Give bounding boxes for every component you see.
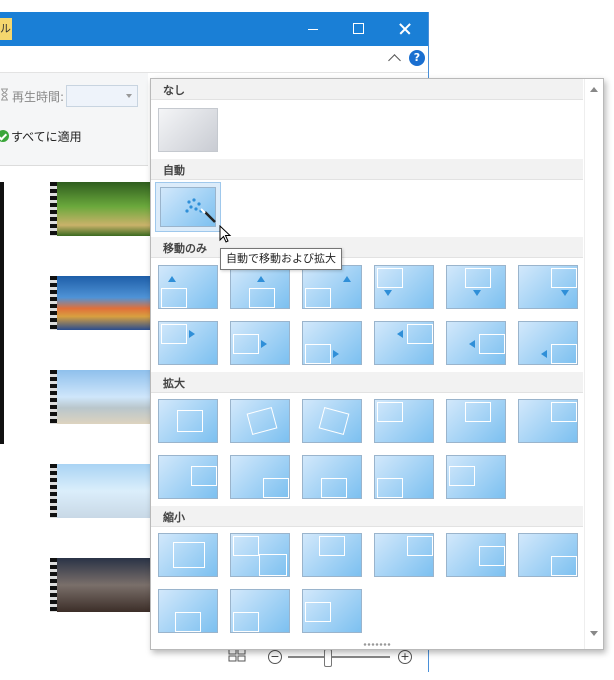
clip-thumbnail[interactable] (50, 182, 150, 236)
duration-label: 再生時間: (12, 90, 65, 104)
duration-icon (1, 88, 8, 101)
gallery-scrollbar[interactable] (584, 79, 603, 649)
zoom-in-tile-8[interactable] (230, 455, 290, 499)
mouse-cursor-icon (219, 225, 232, 243)
minimize-icon (308, 29, 318, 30)
pan-tile-7[interactable] (158, 321, 218, 365)
zoom-in-tile-4[interactable] (374, 399, 434, 443)
pan-tile-3[interactable] (302, 265, 362, 309)
effect-tile-none[interactable] (158, 108, 218, 152)
scroll-down-icon[interactable] (590, 631, 598, 636)
zoom-in-button[interactable]: + (398, 650, 412, 664)
zoom-out-button[interactable]: − (268, 650, 282, 664)
section-header-zoom-in: 拡大 (151, 372, 583, 393)
resize-grip[interactable] (363, 643, 391, 646)
apply-check-icon (0, 130, 9, 142)
storyboard-view-icon[interactable] (228, 648, 246, 662)
clip-thumbnail[interactable] (50, 276, 150, 330)
zoom-in-tile-9[interactable] (302, 455, 362, 499)
effect-tile-auto[interactable] (160, 187, 216, 227)
pan-tile-12[interactable] (518, 321, 578, 365)
section-header-none: なし (151, 79, 583, 100)
minimize-button[interactable] (290, 12, 336, 46)
pan-zoom-gallery: なし 自動 移動のみ 拡大 縮小 (150, 78, 604, 650)
scroll-up-icon[interactable] (590, 87, 598, 92)
pan-tile-10[interactable] (374, 321, 434, 365)
zoom-slider-track[interactable] (288, 656, 390, 658)
pan-tile-4[interactable] (374, 265, 434, 309)
close-button[interactable] (382, 12, 428, 46)
section-header-pan-only: 移動のみ (151, 237, 583, 258)
pan-tile-6[interactable] (518, 265, 578, 309)
storyboard (0, 166, 150, 672)
zoom-out-tile-5[interactable] (446, 533, 506, 577)
effect-tile-auto-selected[interactable] (155, 182, 221, 232)
zoom-in-tile-1[interactable] (158, 399, 218, 443)
zoom-out-tile-3[interactable] (302, 533, 362, 577)
zoom-in-tile-3[interactable] (302, 399, 362, 443)
help-button[interactable]: ? (409, 50, 425, 66)
zoom-in-tile-11[interactable] (446, 455, 506, 499)
zoom-in-tile-7[interactable] (158, 455, 218, 499)
zoom-in-tile-6[interactable] (518, 399, 578, 443)
zoom-out-tile-4[interactable] (374, 533, 434, 577)
zoom-out-tile-7[interactable] (158, 589, 218, 633)
zoom-out-tile-9[interactable] (302, 589, 362, 633)
apply-all-label[interactable]: すべてに適用 (11, 128, 82, 145)
section-header-zoom-out: 縮小 (151, 506, 583, 527)
zoom-slider-thumb[interactable] (324, 649, 332, 667)
auto-pan-zoom-icon (185, 198, 216, 223)
maximize-button[interactable] (336, 12, 382, 46)
ribbon-panel: 再生時間: すべてに適用 (0, 73, 148, 166)
zoom-in-tile-5[interactable] (446, 399, 506, 443)
section-header-auto: 自動 (151, 159, 583, 180)
ribbon-toggle-bar: ? (0, 46, 428, 73)
pan-tile-8[interactable] (230, 321, 290, 365)
collapse-ribbon-chevron-icon[interactable] (388, 54, 401, 67)
pan-tile-2[interactable] (230, 265, 290, 309)
pan-tile-9[interactable] (302, 321, 362, 365)
tooltip: 自動で移動および拡大 (220, 248, 342, 270)
clip-thumbnail[interactable] (50, 370, 150, 424)
zoom-out-tile-8[interactable] (230, 589, 290, 633)
zoom-out-tile-6[interactable] (518, 533, 578, 577)
duration-select[interactable] (66, 85, 138, 107)
pan-tile-5[interactable] (446, 265, 506, 309)
preview-pane (0, 182, 4, 444)
maximize-icon (353, 23, 364, 34)
clip-thumbnail[interactable] (50, 558, 150, 612)
zoom-out-tile-2[interactable] (230, 533, 290, 577)
clip-thumbnail[interactable] (50, 464, 150, 518)
zoom-in-tile-10[interactable] (374, 455, 434, 499)
pan-tile-1[interactable] (158, 265, 218, 309)
zoom-in-tile-2[interactable] (230, 399, 290, 443)
title-tab[interactable]: ル (0, 18, 12, 40)
pan-tile-11[interactable] (446, 321, 506, 365)
title-bar: ル (0, 12, 428, 46)
zoom-out-tile-1[interactable] (158, 533, 218, 577)
